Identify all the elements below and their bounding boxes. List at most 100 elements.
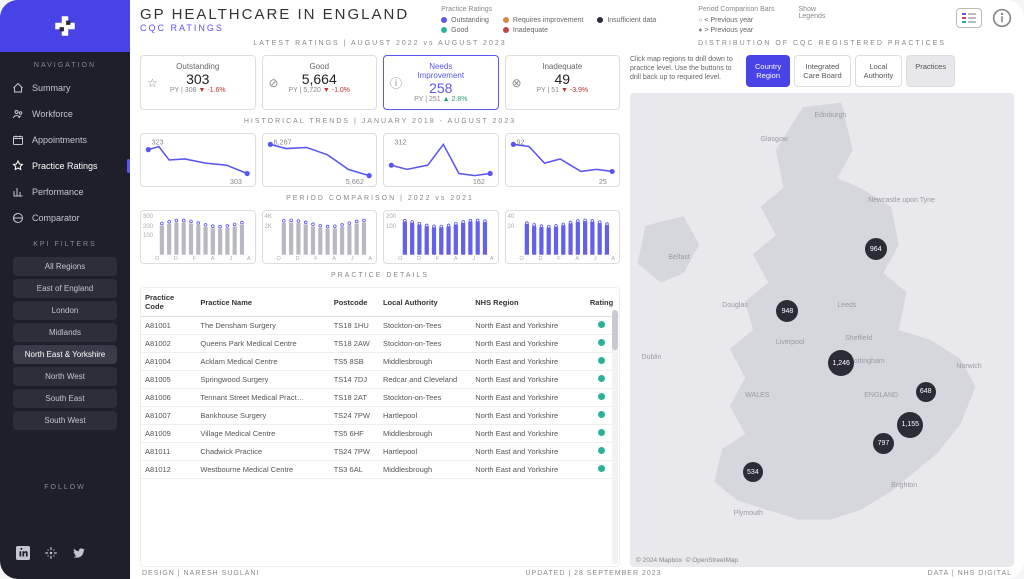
- col-local-authority[interactable]: Local Authority: [379, 288, 471, 317]
- table-row[interactable]: A81011Chadwick PracticeTS24 7PWHartlepoo…: [141, 443, 619, 461]
- map-bubble[interactable]: 534: [743, 462, 763, 482]
- page-subtitle: CQC RATINGS: [140, 23, 409, 33]
- svg-text:25: 25: [598, 177, 606, 186]
- table-row[interactable]: A81002Queens Park Medical CentreTS18 2AW…: [141, 335, 619, 353]
- col-nhs-region[interactable]: NHS Region: [471, 288, 584, 317]
- nav-icon: [12, 82, 24, 94]
- details-section-title: PRACTICE DETAILS: [140, 268, 620, 283]
- twitter-icon[interactable]: [72, 546, 86, 565]
- scroll-thumb[interactable]: [612, 310, 618, 350]
- map-city-label: Sheffield: [845, 335, 872, 342]
- plus-logo-icon: [52, 13, 78, 39]
- nav-heading: NAVIGATION: [0, 52, 130, 75]
- col-practice-code[interactable]: Practice Code: [141, 288, 196, 317]
- map-city-label: Newcastle upon Tyne: [868, 197, 935, 204]
- table-row[interactable]: A81005Springwood SurgeryTS14 7DJRedcar a…: [141, 371, 619, 389]
- filter-south-east[interactable]: South East: [13, 389, 117, 408]
- card-icon: ☆: [147, 76, 158, 90]
- rating-dot: [598, 447, 605, 454]
- app-logo: [0, 0, 130, 52]
- rating-dot: [598, 393, 605, 400]
- trends-section-title: HISTORICAL TRENDS | JANUARY 2018 - AUGUS…: [140, 114, 620, 129]
- nav-item-summary[interactable]: Summary: [0, 75, 130, 101]
- map-bubble[interactable]: 964: [865, 238, 887, 260]
- filter-london[interactable]: London: [13, 301, 117, 320]
- rating-dot: [598, 429, 605, 436]
- period-section-title: PERIOD COMPARISON | 2022 vs 2021: [140, 191, 620, 206]
- rating-card-outstanding[interactable]: ☆Outstanding303PY | 308 ▼ -1.6%: [140, 55, 256, 110]
- card-icon: ⊘: [269, 76, 279, 90]
- filter-south-west[interactable]: South West: [13, 411, 117, 430]
- map-city-label: Brighton: [891, 482, 917, 489]
- nav-icon: [12, 160, 24, 172]
- table-row[interactable]: A81007Bankhouse SurgeryTS24 7PWHartlepoo…: [141, 407, 619, 425]
- map-credits: © 2024 Mapbox © OpenStreetMap: [636, 557, 738, 564]
- svg-text:312: 312: [394, 137, 406, 146]
- sparkline-0[interactable]: 323303: [140, 133, 256, 187]
- table-row[interactable]: A81006Tennant Street Medical Pract…TS18 …: [141, 389, 619, 407]
- legend-toggle-icon[interactable]: [956, 8, 982, 28]
- linkedin-icon[interactable]: [16, 546, 30, 565]
- table-row[interactable]: A81001The Densham SurgeryTS18 1HUStockto…: [141, 317, 619, 335]
- filter-midlands[interactable]: Midlands: [13, 323, 117, 342]
- period-bars-0[interactable]: 300200100ODFAJA: [140, 210, 256, 264]
- rating-card-inadequate[interactable]: ⊗Inadequate49PY | 51 ▼ -3.9%: [505, 55, 621, 110]
- footer-updated: UPDATED | 28 SEPTEMBER 2023: [525, 570, 661, 577]
- drill-integrated-care-board[interactable]: IntegratedCare Board: [794, 55, 850, 87]
- map-city-label: Dublin: [642, 354, 662, 361]
- sparkline-2[interactable]: 312 162: [383, 133, 499, 187]
- table-scrollbar[interactable]: [612, 310, 618, 564]
- nav-item-workforce[interactable]: Workforce: [0, 101, 130, 127]
- info-icon[interactable]: [990, 6, 1014, 30]
- map-hint: Click map regions to drill down to pract…: [630, 55, 740, 82]
- period-bars-3[interactable]: 4020ODFAJA: [505, 210, 621, 264]
- header: GP HEALTHCARE IN ENGLAND CQC RATINGS Pra…: [140, 6, 1014, 36]
- filter-north-east-yorkshire[interactable]: North East & Yorkshire: [13, 345, 117, 364]
- show-legends-label: Show Legends: [799, 6, 826, 20]
- drill-local-authority[interactable]: LocalAuthority: [855, 55, 903, 87]
- drill-country-region[interactable]: CountryRegion: [746, 55, 790, 87]
- main-content: GP HEALTHCARE IN ENGLAND CQC RATINGS Pra…: [130, 0, 1024, 579]
- rating-card-needs[interactable]: ⓘNeeds Improvement258PY | 251 ▲ 2.8%: [383, 55, 499, 110]
- title-block: GP HEALTHCARE IN ENGLAND CQC RATINGS: [140, 6, 409, 33]
- filter-all-regions[interactable]: All Regions: [13, 257, 117, 276]
- drill-practices[interactable]: Practices: [906, 55, 955, 87]
- nav-item-practice-ratings[interactable]: Practice Ratings: [0, 153, 130, 179]
- rating-dot: [598, 321, 605, 328]
- rating-card-good[interactable]: ⊘Good5,664PY | 5,720 ▼ -1.0%: [262, 55, 378, 110]
- filters-heading: KPI FILTERS: [0, 231, 130, 254]
- filter-east-of-england[interactable]: East of England: [13, 279, 117, 298]
- sparkline-3[interactable]: 9225: [505, 133, 621, 187]
- distribution-map[interactable]: EdinburghGlasgowNewcastle upon TyneBelfa…: [630, 93, 1014, 567]
- tableau-icon[interactable]: [44, 546, 58, 565]
- table-row[interactable]: A81004Acklam Medical CentreTS5 8SBMiddle…: [141, 353, 619, 371]
- map-land-shape: [630, 93, 1014, 567]
- rating-dot: [598, 411, 605, 418]
- filter-north-west[interactable]: North West: [13, 367, 117, 386]
- period-bars-1[interactable]: 4K2KODFAJA: [262, 210, 378, 264]
- nav-icon: [12, 108, 24, 120]
- svg-text:5,662: 5,662: [345, 177, 363, 186]
- svg-text:303: 303: [230, 177, 242, 186]
- col-postcode[interactable]: Postcode: [330, 288, 379, 317]
- nav-item-appointments[interactable]: Appointments: [0, 127, 130, 153]
- nav-item-performance[interactable]: Performance: [0, 179, 130, 205]
- map-bubble[interactable]: 648: [916, 382, 936, 402]
- map-bubble[interactable]: 1,155: [897, 412, 923, 438]
- svg-text:162: 162: [473, 177, 485, 186]
- table-row[interactable]: A81012Westbourne Medical CentreTS3 6ALMi…: [141, 461, 619, 479]
- period-bars-2[interactable]: 200100ODFAJA: [383, 210, 499, 264]
- map-city-label: WALES: [745, 392, 769, 399]
- map-city-label: Douglas: [722, 302, 748, 309]
- map-city-label: Nottingham: [849, 358, 885, 365]
- table-row[interactable]: A81009Village Medical CentreTS5 6HFMiddl…: [141, 425, 619, 443]
- svg-text:6,267: 6,267: [273, 137, 291, 146]
- footer-data: DATA | NHS DIGITAL: [928, 570, 1012, 577]
- map-city-label: Belfast: [668, 254, 689, 261]
- rating-dot: [598, 357, 605, 364]
- nav-item-comparator[interactable]: Comparator: [0, 205, 130, 231]
- rating-dot: [598, 375, 605, 382]
- sparkline-1[interactable]: 6,267 5,662: [262, 133, 378, 187]
- col-practice-name[interactable]: Practice Name: [196, 288, 329, 317]
- nav-icon: [12, 134, 24, 146]
